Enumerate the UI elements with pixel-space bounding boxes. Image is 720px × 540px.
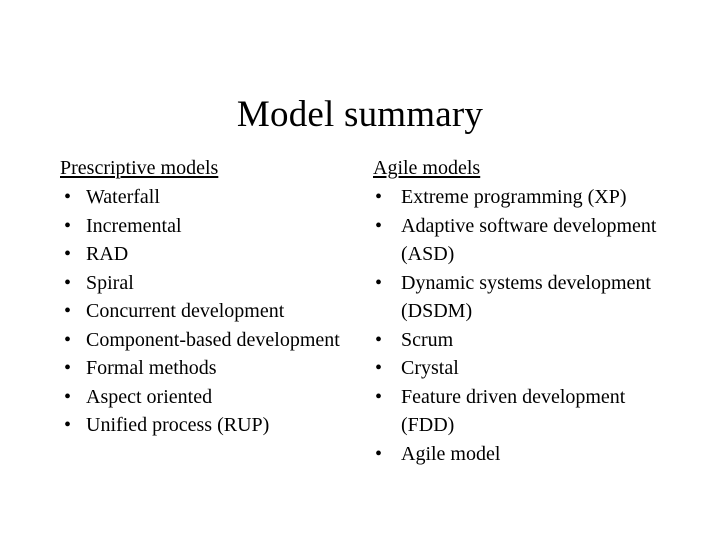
- bullet-icon: •: [64, 271, 72, 294]
- list-item-label: Spiral: [86, 271, 134, 294]
- list-item-label: Incremental: [86, 214, 182, 237]
- list-item: • Extreme programming (XP): [373, 183, 658, 212]
- list-item: • Concurrent development: [60, 297, 360, 326]
- list-item: • Spiral: [60, 269, 360, 298]
- bullet-icon: •: [375, 442, 383, 465]
- list-item: • Crystal: [373, 354, 658, 383]
- bullet-icon: •: [64, 243, 72, 265]
- column-agile-models: Agile models • Extreme programming (XP) …: [373, 155, 658, 468]
- bullet-icon: •: [375, 328, 383, 351]
- list-item: • Aspect oriented: [60, 383, 360, 412]
- list-item: • Agile model: [373, 440, 658, 469]
- bullet-icon: •: [64, 385, 72, 408]
- list-item-label: RAD: [86, 243, 129, 265]
- slide-canvas: Model summary Prescriptive models • Wate…: [0, 0, 720, 540]
- bullet-icon: •: [64, 300, 72, 322]
- list-item: • Waterfall: [60, 183, 360, 212]
- bullet-icon: •: [375, 357, 383, 379]
- list-item-label: Adaptive software development (ASD): [401, 214, 657, 266]
- bullet-icon: •: [375, 214, 383, 237]
- list-item-label: Waterfall: [86, 186, 160, 208]
- bullet-icon: •: [375, 385, 383, 408]
- list-item: • Unified process (RUP): [60, 411, 360, 440]
- column-prescriptive-models: Prescriptive models • Waterfall • Increm…: [60, 155, 360, 440]
- list-item: • Feature driven development (FDD): [373, 383, 658, 440]
- list-item: • Incremental: [60, 212, 360, 241]
- list-item-label: Unified process (RUP): [86, 414, 270, 436]
- list-item: • RAD: [60, 240, 360, 269]
- bullet-icon: •: [375, 186, 383, 208]
- list-item: • Scrum: [373, 326, 658, 355]
- list-item: • Component-based development: [60, 326, 360, 355]
- list-item-label: Feature driven development (FDD): [401, 385, 626, 437]
- list-item-label: Concurrent development: [86, 300, 285, 322]
- column-heading-agile: Agile models: [373, 157, 481, 179]
- bullet-icon: •: [375, 271, 383, 294]
- list-item-label: Formal methods: [86, 357, 217, 379]
- list-item-label: Extreme programming (XP): [401, 186, 627, 208]
- list-item-label: Scrum: [401, 328, 454, 351]
- list-agile-models: • Extreme programming (XP) • Adaptive so…: [373, 183, 658, 468]
- list-item-label: Component-based development: [86, 328, 340, 351]
- list-item: • Adaptive software development (ASD): [373, 212, 658, 269]
- bullet-icon: •: [64, 214, 72, 237]
- list-prescriptive-models: • Waterfall • Incremental • RAD • Spiral…: [60, 183, 360, 440]
- bullet-icon: •: [64, 186, 72, 208]
- page-title: Model summary: [236, 93, 484, 135]
- column-heading-prescriptive: Prescriptive models: [60, 157, 219, 179]
- list-item-label: Dynamic systems development (DSDM): [401, 271, 651, 323]
- list-item: • Dynamic systems development (DSDM): [373, 269, 658, 326]
- list-item-label: Agile model: [401, 442, 501, 465]
- bullet-icon: •: [64, 328, 72, 351]
- list-item-label: Aspect oriented: [86, 385, 213, 408]
- bullet-icon: •: [64, 357, 72, 379]
- list-item: • Formal methods: [60, 354, 360, 383]
- list-item-label: Crystal: [401, 357, 459, 379]
- bullet-icon: •: [64, 414, 72, 436]
